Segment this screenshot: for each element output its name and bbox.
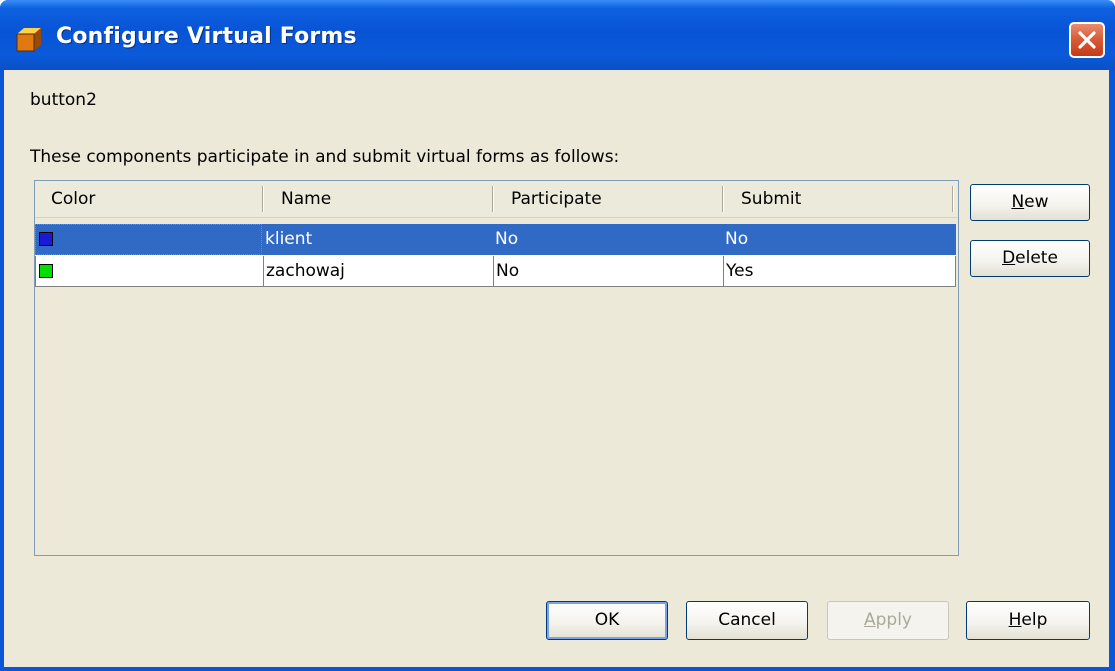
submit-cell[interactable]: No <box>723 224 956 255</box>
apply-label-rest: pply <box>875 610 912 630</box>
table-row[interactable]: klient No No <box>35 224 956 255</box>
delete-button[interactable]: Delete <box>970 240 1090 277</box>
new-label-rest: ew <box>1024 192 1049 212</box>
help-mnemonic: H <box>1008 610 1022 630</box>
color-cell[interactable] <box>35 256 264 287</box>
column-header-name[interactable]: Name <box>281 181 331 215</box>
ok-button[interactable]: OK <box>546 601 668 640</box>
focus-indicator <box>35 224 262 255</box>
name-cell[interactable]: zachowaj <box>263 256 494 287</box>
table-row[interactable]: zachowaj No Yes <box>35 255 956 287</box>
component-name-label: button2 <box>30 90 97 110</box>
dialog-title: Configure Virtual Forms <box>56 24 357 49</box>
color-swatch[interactable] <box>39 264 53 278</box>
column-divider[interactable] <box>722 186 723 212</box>
participate-cell[interactable]: No <box>493 256 724 287</box>
ok-label: OK <box>594 610 620 630</box>
delete-label-rest: elete <box>1015 248 1058 268</box>
close-icon <box>1078 31 1096 49</box>
cancel-label: Cancel <box>718 610 776 630</box>
column-header-participate[interactable]: Participate <box>511 181 602 215</box>
submit-cell[interactable]: Yes <box>723 256 956 287</box>
delete-mnemonic: D <box>1002 248 1016 268</box>
dialog-body: button2 These components participate in … <box>4 70 1109 667</box>
new-button[interactable]: New <box>970 184 1090 221</box>
app-cube-icon <box>16 28 41 52</box>
color-swatch[interactable] <box>39 232 53 246</box>
column-header-color[interactable]: Color <box>51 181 95 215</box>
column-divider[interactable] <box>492 186 493 212</box>
column-divider[interactable] <box>262 186 263 212</box>
apply-mnemonic: A <box>863 610 876 630</box>
participate-cell[interactable]: No <box>493 224 723 255</box>
cancel-button[interactable]: Cancel <box>686 601 808 640</box>
title-bar[interactable]: Configure Virtual Forms <box>0 0 1115 70</box>
help-button[interactable]: Help <box>966 601 1090 640</box>
name-cell[interactable]: klient <box>263 224 493 255</box>
column-header-submit[interactable]: Submit <box>741 181 801 215</box>
dialog-window: Configure Virtual Forms button2 These co… <box>0 0 1115 671</box>
table-header: Color Name Participate Submit <box>35 181 958 218</box>
help-label-rest: elp <box>1021 610 1048 630</box>
new-mnemonic: N <box>1011 192 1025 212</box>
virtual-forms-table[interactable]: Color Name Participate Submit klient No … <box>34 180 959 556</box>
description-label: These components participate in and subm… <box>30 147 620 167</box>
close-button[interactable] <box>1069 22 1105 58</box>
column-divider[interactable] <box>952 186 953 212</box>
apply-button[interactable]: Apply <box>827 601 949 640</box>
